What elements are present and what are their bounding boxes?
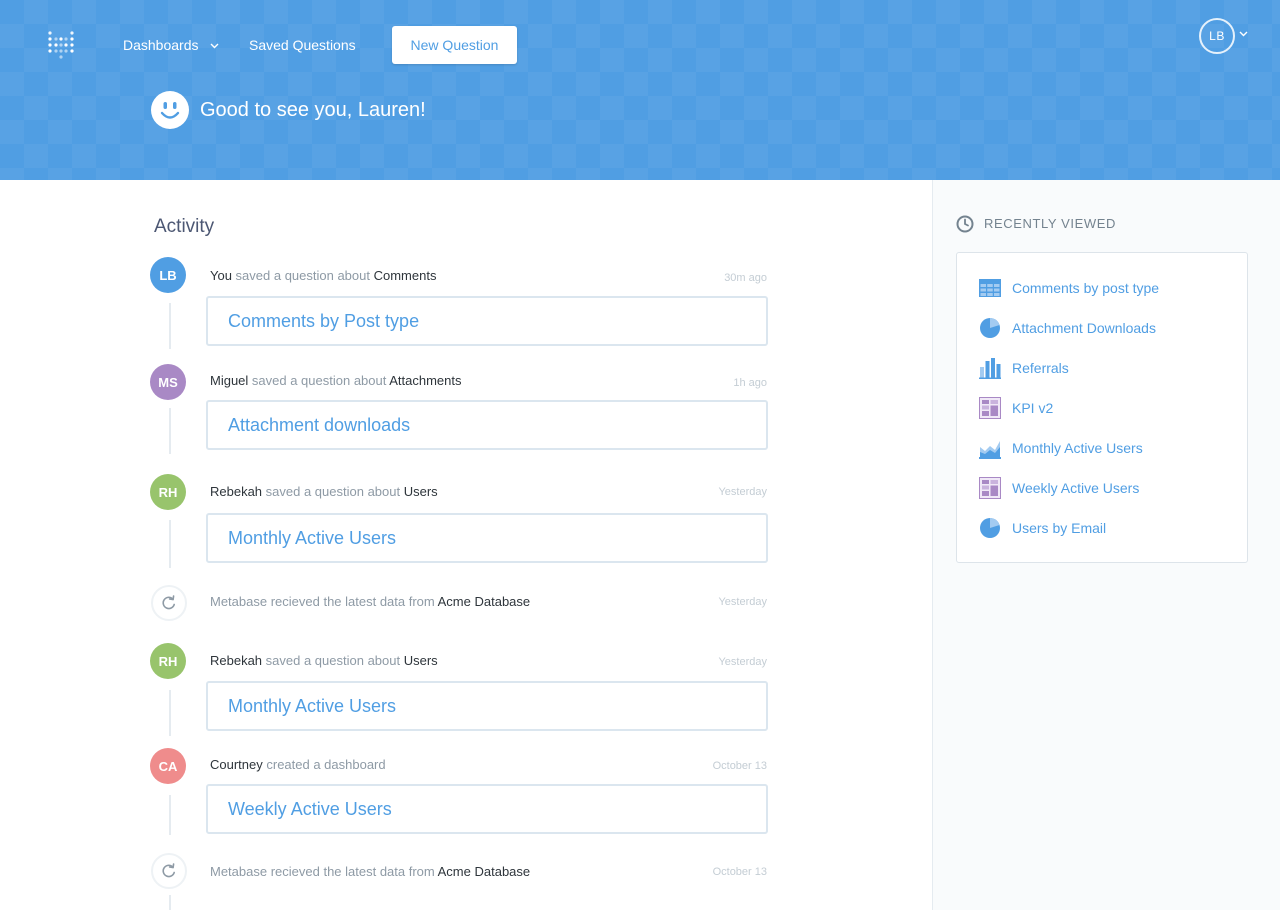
dashboard-icon xyxy=(979,477,1001,499)
new-question-button[interactable]: New Question xyxy=(392,26,517,64)
activity-action: saved a question about xyxy=(262,653,404,668)
sync-event-avatar xyxy=(151,853,187,889)
recent-item-label: Referrals xyxy=(1012,360,1069,376)
timeline-connector xyxy=(169,408,171,454)
recent-item-label: KPI v2 xyxy=(1012,400,1054,416)
activity-card-title: Comments by Post type xyxy=(228,310,420,331)
user-avatar: RH xyxy=(150,474,186,510)
activity-card-title: Weekly Active Users xyxy=(228,798,392,819)
activity-timestamp: 30m ago xyxy=(724,272,767,284)
activity-description: Rebekah saved a question about Users xyxy=(210,484,438,500)
activity-actor: Courtney xyxy=(210,757,263,772)
activity-actor: Rebekah xyxy=(210,653,263,668)
timeline-connector xyxy=(169,690,171,736)
activity-timestamp: October 13 xyxy=(712,760,767,772)
activity-description: Metabase recieved the latest data from A… xyxy=(210,594,530,610)
activity-object: Acme Database xyxy=(437,594,531,609)
activity-description: You saved a question about Comments xyxy=(210,268,436,284)
sync-event-avatar xyxy=(151,585,187,621)
activity-card-link[interactable]: Monthly Active Users xyxy=(206,513,768,563)
recent-item-label: Comments by post type xyxy=(1012,280,1160,296)
timeline-connector xyxy=(169,895,171,910)
recent-item[interactable]: KPI v2 xyxy=(979,397,1053,419)
recent-item[interactable]: Users by Email xyxy=(979,517,1106,539)
profile-avatar-button[interactable]: LB xyxy=(1199,18,1235,54)
top-nav-header: Dashboards Saved Questions New Question … xyxy=(0,0,1280,180)
activity-card-title: Monthly Active Users xyxy=(228,527,397,548)
recent-item-label: Attachment Downloads xyxy=(1012,320,1156,336)
recent-item-label: Users by Email xyxy=(1012,520,1107,536)
activity-object: Attachments xyxy=(389,373,462,388)
dashboard-icon xyxy=(979,397,1001,419)
chevron-down-icon[interactable] xyxy=(1239,31,1248,37)
nav-saved-questions-link[interactable]: Saved Questions xyxy=(249,36,356,54)
activity-action: saved a question about xyxy=(262,484,404,499)
activity-action: Metabase recieved the latest data from xyxy=(210,864,438,879)
greeting-text: Good to see you, Lauren! xyxy=(200,99,426,121)
activity-action: created a dashboard xyxy=(262,757,386,772)
activity-card-title: Monthly Active Users xyxy=(228,695,397,716)
user-avatar: RH xyxy=(150,643,186,679)
avatar-initials: RH xyxy=(158,484,178,500)
activity-object: Users xyxy=(403,653,438,668)
timeline-connector xyxy=(169,795,171,835)
user-avatar: CA xyxy=(150,748,186,784)
avatar-initials: MS xyxy=(158,374,178,390)
activity-timestamp: Yesterday xyxy=(718,656,767,668)
profile-initials: LB xyxy=(1209,29,1225,43)
activity-card-link[interactable]: Monthly Active Users xyxy=(206,681,768,731)
recent-item[interactable]: Monthly Active Users xyxy=(979,437,1143,459)
table-icon xyxy=(979,279,1001,297)
activity-action: saved a question about xyxy=(248,373,390,388)
timeline-connector xyxy=(169,303,171,349)
recent-item-label: Weekly Active Users xyxy=(1012,480,1140,496)
pie-icon xyxy=(980,318,1000,338)
clock-icon xyxy=(956,215,974,233)
refresh-icon xyxy=(162,863,175,878)
avatar-initials: RH xyxy=(158,653,178,669)
nav-dashboards-label: Dashboards xyxy=(123,37,199,53)
user-avatar: LB xyxy=(150,257,186,293)
area-icon xyxy=(979,441,1001,459)
activity-description: Miguel saved a question about Attachment… xyxy=(210,373,462,389)
activity-card-link[interactable]: Comments by Post type xyxy=(206,296,768,346)
user-avatar: MS xyxy=(150,364,186,400)
activity-timestamp: 1h ago xyxy=(733,377,767,389)
activity-card-link[interactable]: Weekly Active Users xyxy=(206,784,768,834)
activity-timestamp: Yesterday xyxy=(718,596,767,608)
activity-description: Metabase recieved the latest data from A… xyxy=(210,864,530,880)
activity-object: Comments xyxy=(373,268,437,283)
activity-actor: Rebekah xyxy=(210,484,263,499)
activity-actor: You xyxy=(210,268,232,283)
pie-icon xyxy=(980,518,1000,538)
metabase-logo-icon[interactable] xyxy=(47,30,75,60)
activity-description: Rebekah saved a question about Users xyxy=(210,653,438,669)
activity-card-title: Attachment downloads xyxy=(228,414,411,435)
activity-description: Courtney created a dashboard xyxy=(210,757,386,773)
activity-card-link[interactable]: Attachment downloads xyxy=(206,400,768,450)
avatar-initials: CA xyxy=(158,758,178,774)
recent-item[interactable]: Comments by post type xyxy=(979,277,1159,299)
activity-action: Metabase recieved the latest data from xyxy=(210,594,438,609)
activity-timestamp: October 13 xyxy=(712,866,767,878)
avatar-initials: LB xyxy=(159,267,177,283)
activity-actor: Miguel xyxy=(210,373,249,388)
recent-item[interactable]: Weekly Active Users xyxy=(979,477,1139,499)
nav-dashboards-link[interactable]: Dashboards xyxy=(123,36,219,54)
bar-icon xyxy=(979,358,1001,379)
refresh-icon xyxy=(162,595,175,610)
activity-timestamp: Yesterday xyxy=(718,486,767,498)
recently-viewed-title: RECENTLY VIEWED xyxy=(984,216,1117,231)
activity-title: Activity xyxy=(154,216,215,237)
chevron-down-icon xyxy=(210,43,219,49)
activity-action: saved a question about xyxy=(231,268,374,283)
recent-item[interactable]: Referrals xyxy=(979,357,1069,379)
smiley-face-icon xyxy=(151,91,189,129)
activity-object: Users xyxy=(403,484,438,499)
timeline-connector xyxy=(169,520,171,568)
activity-object: Acme Database xyxy=(437,864,531,879)
recent-item[interactable]: Attachment Downloads xyxy=(979,317,1156,339)
recent-item-label: Monthly Active Users xyxy=(1012,440,1143,456)
